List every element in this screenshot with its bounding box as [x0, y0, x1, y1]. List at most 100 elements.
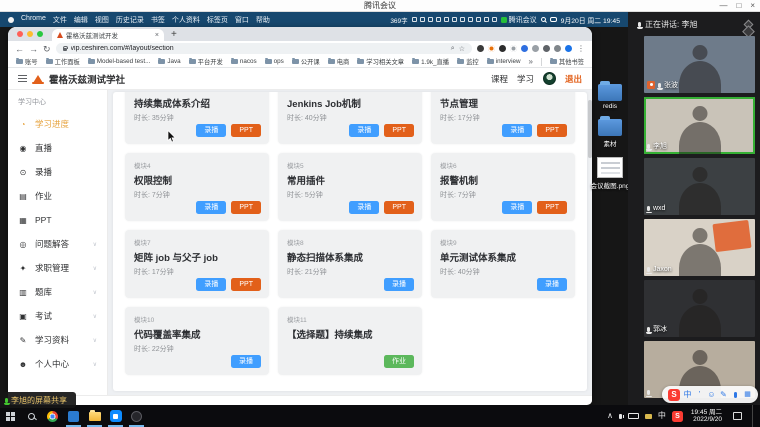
- taskbar-app[interactable]: [126, 405, 147, 427]
- card-action-button[interactable]: 录播: [537, 278, 567, 291]
- sidebar-item[interactable]: ▣ 考试 ∨: [8, 304, 107, 328]
- bookmark-item[interactable]: 学习相关文章: [357, 57, 404, 66]
- show-desktop-button[interactable]: [752, 405, 755, 427]
- menu-item[interactable]: 历史记录: [116, 15, 144, 25]
- profile-avatar-icon[interactable]: [565, 45, 572, 52]
- wifi-icon[interactable]: [492, 17, 497, 22]
- hamburger-menu-icon[interactable]: [18, 75, 27, 82]
- ext-dark-icon[interactable]: [477, 45, 484, 52]
- url-text[interactable]: vip.ceshiren.com/#/layout/section: [71, 45, 447, 52]
- control-center-icon[interactable]: [550, 17, 557, 22]
- taskbar-app[interactable]: [21, 405, 42, 427]
- chevron-up-icon[interactable]: ∧: [607, 412, 613, 420]
- apple-logo-icon[interactable]: [8, 17, 14, 23]
- sidebar-item[interactable]: ✦ 求职管理 ∨: [8, 256, 107, 280]
- desktop-icon[interactable]: 素材: [592, 119, 628, 148]
- card-action-button[interactable]: PPT: [231, 124, 261, 137]
- mic-icon[interactable]: [647, 206, 650, 211]
- desktop-icon[interactable]: 会议截图.png: [592, 157, 628, 190]
- sidebar-item[interactable]: ▤ 作业 ∨: [8, 184, 107, 208]
- bookmarks-overflow-icon[interactable]: »: [529, 57, 533, 66]
- participant-tile[interactable]: 张波: [644, 36, 755, 93]
- menu-item[interactable]: 帮助: [256, 15, 270, 25]
- menu-item[interactable]: 标签页: [207, 15, 228, 25]
- sidebar-item[interactable]: ◉ 直播 ∨: [8, 136, 107, 160]
- battery-icon[interactable]: [484, 17, 489, 22]
- back-icon[interactable]: ←: [15, 44, 24, 54]
- card-action-button[interactable]: 录播: [196, 124, 226, 137]
- taskbar-app[interactable]: [63, 405, 84, 427]
- card-action-button[interactable]: PPT: [537, 201, 567, 214]
- bookmark-item[interactable]: 公开课: [292, 57, 320, 66]
- menu-item[interactable]: 书签: [151, 15, 165, 25]
- lang-zh-icon[interactable]: 中: [658, 412, 666, 420]
- nav-course-link[interactable]: 课程: [491, 73, 508, 85]
- horizontal-scrollbar[interactable]: [8, 395, 592, 404]
- mic-icon[interactable]: [647, 327, 650, 332]
- taskbar-app[interactable]: [0, 405, 21, 427]
- menubar-datetime[interactable]: 9月20日 周二 19:45: [561, 15, 620, 25]
- camera-icon[interactable]: [412, 17, 417, 22]
- ext-blue-icon[interactable]: [521, 45, 528, 52]
- ext-ring-icon[interactable]: [510, 45, 517, 52]
- keyboard-icon[interactable]: ▦: [743, 389, 752, 400]
- sidebar-item[interactable]: ▥ 题库 ∨: [8, 280, 107, 304]
- participant-tile[interactable]: wxd: [644, 158, 755, 215]
- side-panel-icon[interactable]: [554, 45, 561, 52]
- meeting-menubar-indicator[interactable]: 腾讯会议: [501, 15, 537, 25]
- mic-icon[interactable]: [647, 144, 650, 149]
- bookmark-item[interactable]: 监控: [457, 57, 479, 66]
- card-action-button[interactable]: 作业: [384, 355, 414, 368]
- phone-icon[interactable]: [468, 17, 473, 22]
- battery-icon[interactable]: [628, 413, 639, 420]
- mac-minimize-icon[interactable]: [27, 31, 33, 37]
- apostrophe-icon[interactable]: ’: [695, 389, 704, 400]
- card-action-button[interactable]: 录播: [196, 278, 226, 291]
- sogou-logo-icon[interactable]: S: [668, 389, 680, 401]
- bookmark-item[interactable]: 工作面板: [46, 57, 80, 66]
- new-tab-button[interactable]: +: [171, 29, 177, 41]
- taskbar-app[interactable]: [84, 405, 105, 427]
- browser-menu-kebab-icon[interactable]: ⋮: [577, 44, 585, 53]
- participant-tile[interactable]: 郭冰: [644, 280, 755, 337]
- menu-item[interactable]: 视图: [95, 15, 109, 25]
- bookmark-item[interactable]: nacos: [231, 57, 257, 66]
- reload-icon[interactable]: ↻: [43, 44, 51, 54]
- usb-icon[interactable]: [645, 414, 652, 419]
- card-action-button[interactable]: 录播: [196, 201, 226, 214]
- bookmark-item[interactable]: ops: [265, 57, 284, 66]
- bookmark-item[interactable]: interview: [487, 57, 521, 66]
- ext-s-icon[interactable]: [499, 45, 506, 52]
- active-tab[interactable]: 霍格沃兹测试开发 ×: [52, 29, 164, 41]
- spotlight-search-icon[interactable]: [541, 17, 546, 22]
- volume-icon[interactable]: [619, 414, 622, 419]
- users-icon[interactable]: [452, 17, 457, 22]
- sidebar-item[interactable]: ⊙ 录播 ∨: [8, 160, 107, 184]
- bookmark-item[interactable]: 1.9k_直播: [412, 57, 449, 66]
- close-icon[interactable]: ×: [750, 0, 755, 12]
- keyboard-icon[interactable]: [476, 17, 481, 22]
- pen-icon[interactable]: ✎: [719, 389, 728, 400]
- nav-learn-link[interactable]: 学习: [517, 73, 534, 85]
- taskbar-app[interactable]: [105, 405, 126, 427]
- card-action-button[interactable]: 录播: [231, 355, 261, 368]
- taskbar-clock[interactable]: 19:45 周二 2022/9/20: [691, 409, 722, 424]
- sidebar-item[interactable]: ◔ 学习进度 ∨: [8, 112, 107, 136]
- extensions-puzzle-icon[interactable]: [543, 45, 550, 52]
- menu-item[interactable]: 文件: [53, 15, 67, 25]
- sogou-tray-icon[interactable]: S: [672, 411, 683, 422]
- mic-icon[interactable]: [647, 267, 650, 272]
- desktop-icon[interactable]: redis: [592, 84, 628, 110]
- card-action-button[interactable]: 录播: [384, 278, 414, 291]
- logout-button[interactable]: 退出: [565, 73, 582, 85]
- user-avatar[interactable]: [543, 72, 556, 85]
- chat-icon[interactable]: [444, 17, 449, 22]
- menu-item[interactable]: 编辑: [74, 15, 88, 25]
- card-action-button[interactable]: PPT: [231, 278, 261, 291]
- menu-item[interactable]: 个人资料: [172, 15, 200, 25]
- sidebar-item[interactable]: ✎ 学习资料 ∨: [8, 328, 107, 352]
- mac-fullscreen-icon[interactable]: [37, 31, 43, 37]
- display-icon[interactable]: [428, 17, 433, 22]
- bookmark-item[interactable]: 电商: [328, 57, 350, 66]
- minimize-icon[interactable]: —: [719, 0, 727, 12]
